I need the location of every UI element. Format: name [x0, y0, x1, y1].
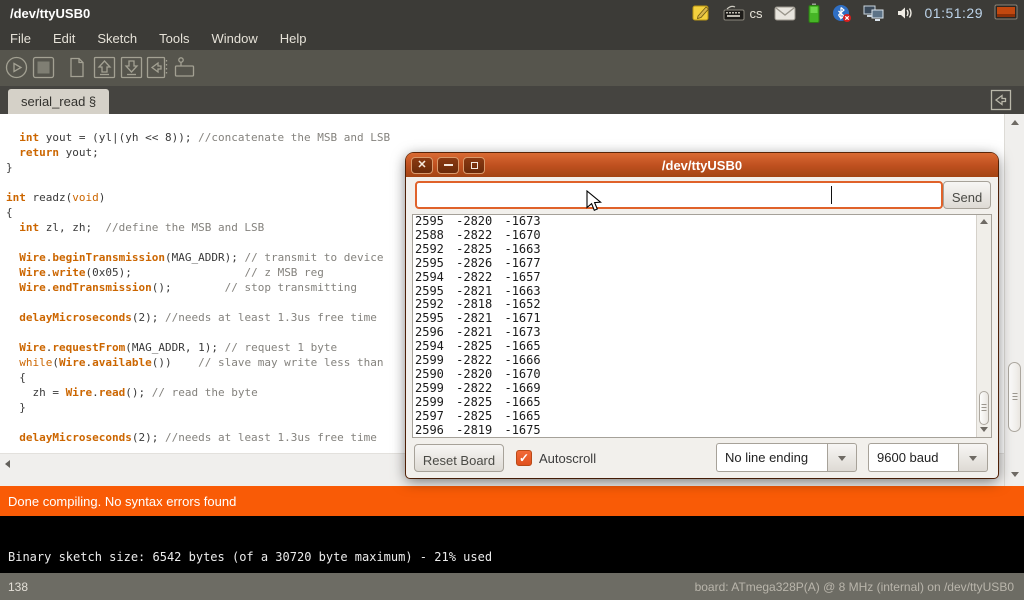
reset-board-button[interactable]: Reset Board	[414, 444, 504, 472]
line-ending-value: No line ending	[716, 443, 827, 472]
serial-data-row: 2599 -2822 -1666	[413, 354, 991, 368]
network-icon[interactable]	[863, 4, 885, 22]
baud-rate-value: 9600 baud	[868, 443, 958, 472]
menu-edit[interactable]: Edit	[53, 31, 75, 46]
new-sketch-icon[interactable]	[64, 55, 89, 80]
serial-scroll-up-icon[interactable]	[980, 219, 988, 224]
top-panel: /dev/ttyUSB0 cs 01:51:29	[0, 0, 1024, 26]
system-tray: cs 01:51:29	[692, 3, 1024, 23]
serial-input[interactable]	[415, 181, 943, 209]
code-line: int yout = (yl|(yh << 8)); //concatenate…	[6, 130, 1004, 145]
mail-icon[interactable]	[774, 6, 796, 21]
menu-file[interactable]: File	[10, 31, 31, 46]
serial-scroll-thumb[interactable]	[979, 391, 989, 425]
save-icon[interactable]	[119, 55, 144, 80]
compile-status-text: Done compiling. No syntax errors found	[8, 494, 236, 509]
send-button[interactable]: Send	[943, 181, 991, 209]
menubar: File Edit Sketch Tools Window Help	[0, 26, 1024, 50]
volume-icon[interactable]	[896, 5, 914, 21]
serial-data-row: 2594 -2825 -1665	[413, 340, 991, 354]
serial-data-row: 2595 -2821 -1663	[413, 285, 991, 299]
text-caret	[831, 186, 832, 204]
scroll-down-icon[interactable]	[1011, 472, 1019, 477]
console-output: Binary sketch size: 6542 bytes (of a 307…	[0, 516, 1024, 573]
scroll-left-icon[interactable]	[5, 460, 10, 468]
clock[interactable]: 01:51:29	[925, 5, 984, 21]
serial-data-row: 2595 -2821 -1671	[413, 312, 991, 326]
serial-monitor-icon[interactable]	[172, 55, 197, 80]
serial-data-row: 2596 -2821 -1673	[413, 326, 991, 340]
menu-help[interactable]: Help	[280, 31, 307, 46]
tabbar: serial_read §	[0, 86, 1024, 114]
battery-icon[interactable]	[807, 3, 821, 23]
serial-data-row: 2594 -2822 -1657	[413, 271, 991, 285]
tab-serial-read[interactable]: serial_read §	[8, 89, 109, 114]
bottom-status-bar: 138 board: ATmega328P(A) @ 8 MHz (intern…	[0, 573, 1024, 600]
serial-monitor-window: /dev/ttyUSB0 ✕ Send 2595 -2820 -16732588…	[406, 153, 998, 478]
serial-monitor-title: /dev/ttyUSB0	[406, 158, 998, 173]
serial-data-row: 2590 -2820 -1670	[413, 368, 991, 382]
verify-icon[interactable]	[4, 55, 29, 80]
serial-data-row: 2595 -2826 -1677	[413, 257, 991, 271]
minimize-icon[interactable]	[437, 157, 459, 174]
menu-window[interactable]: Window	[211, 31, 257, 46]
serial-monitor-titlebar[interactable]: /dev/ttyUSB0 ✕	[406, 153, 998, 177]
baud-rate-select[interactable]: 9600 baud	[868, 443, 988, 472]
maximize-icon[interactable]	[463, 157, 485, 174]
toolbar	[0, 50, 1024, 86]
line-number: 138	[0, 580, 28, 594]
bluetooth-icon[interactable]	[832, 3, 852, 23]
screen: /dev/ttyUSB0 cs 01:51:29 File Edit Sketch T…	[0, 0, 1024, 600]
thumb-grip	[1012, 393, 1017, 401]
keyboard-icon[interactable]	[723, 5, 745, 21]
editor-vscrollbar[interactable]	[1004, 114, 1024, 486]
serial-output-box[interactable]: 2595 -2820 -16732588 -2822 -16702592 -28…	[412, 214, 992, 438]
serial-data-row: 2588 -2822 -1670	[413, 229, 991, 243]
mouse-cursor-icon	[586, 190, 602, 217]
chevron-down-icon[interactable]	[958, 443, 988, 472]
board-info: board: ATmega328P(A) @ 8 MHz (internal) …	[695, 580, 1024, 594]
serial-data-row: 2597 -2825 -1665	[413, 410, 991, 424]
compile-status-bar: Done compiling. No syntax errors found	[0, 486, 1024, 516]
session-icon[interactable]	[994, 4, 1018, 22]
serial-data-row: 2592 -2818 -1652	[413, 298, 991, 312]
serial-vscrollbar[interactable]	[976, 215, 991, 437]
serial-output: 2595 -2820 -16732588 -2822 -16702592 -28…	[413, 215, 991, 438]
serial-data-row: 2592 -2825 -1663	[413, 243, 991, 257]
console-line: Binary sketch size: 6542 bytes (of a 307…	[8, 550, 492, 564]
menu-tools[interactable]: Tools	[159, 31, 189, 46]
serial-scroll-down-icon[interactable]	[980, 427, 988, 432]
upload-icon[interactable]	[145, 55, 170, 80]
notes-icon[interactable]	[692, 4, 712, 22]
close-icon[interactable]: ✕	[411, 157, 433, 174]
scroll-up-icon[interactable]	[1011, 120, 1019, 125]
serial-monitor-body: Send 2595 -2820 -16732588 -2822 -1670259…	[406, 177, 998, 478]
editor-scroll-thumb[interactable]	[1008, 362, 1021, 432]
tab-menu-icon[interactable]	[990, 89, 1012, 111]
window-buttons: ✕	[406, 157, 485, 174]
serial-data-row: 2599 -2825 -1665	[413, 396, 991, 410]
menu-sketch[interactable]: Sketch	[97, 31, 137, 46]
serial-data-row: 2595 -2820 -1673	[413, 215, 991, 229]
keyboard-layout-label[interactable]: cs	[750, 6, 763, 21]
line-ending-select[interactable]: No line ending	[716, 443, 857, 472]
autoscroll-label: Autoscroll	[539, 451, 596, 466]
window-title: /dev/ttyUSB0	[0, 6, 90, 21]
serial-data-row: 2596 -2819 -1675	[413, 424, 991, 438]
autoscroll-checkbox[interactable]: ✓	[516, 450, 532, 466]
open-icon[interactable]	[92, 55, 117, 80]
chevron-down-icon[interactable]	[827, 443, 857, 472]
stop-icon[interactable]	[31, 55, 56, 80]
thumb-grip	[982, 404, 987, 412]
serial-data-row: 2599 -2822 -1669	[413, 382, 991, 396]
